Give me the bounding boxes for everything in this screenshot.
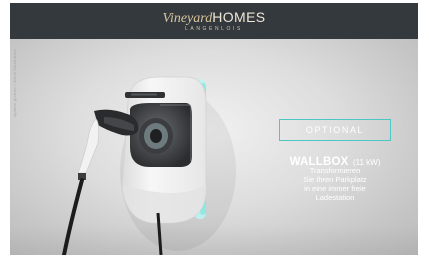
description-line: in eine immer freie [304, 184, 366, 193]
brand-name-caps: HOMES [212, 9, 266, 25]
brand-name-italic: Vineyard [162, 11, 213, 26]
description-line: Sie Ihren Parkplatz [303, 175, 367, 184]
brand-header: VineyardHOMES LANGENLOIS [10, 3, 418, 39]
plug-body [77, 118, 100, 174]
socket-core [150, 129, 162, 143]
wallbox-top-slot-highlight [131, 93, 157, 96]
wallbox-illustration [62, 76, 236, 255]
wallbox-description: Transformieren Sie Ihren Parkplatz in ei… [270, 166, 400, 202]
description-line: Transformieren [309, 166, 361, 175]
charging-cable [62, 178, 84, 255]
hero-image: symbol picture / stock illustration OPTI… [10, 39, 418, 255]
optional-badge-label: OPTIONAL [305, 125, 365, 135]
listing-card: VineyardHOMES LANGENLOIS symbol picture … [10, 3, 418, 255]
description-line: Ladestation [315, 193, 355, 202]
brand-logo[interactable]: VineyardHOMES [10, 9, 418, 27]
optional-badge: OPTIONAL [279, 119, 391, 141]
brand-location: LANGENLOIS [185, 26, 243, 32]
